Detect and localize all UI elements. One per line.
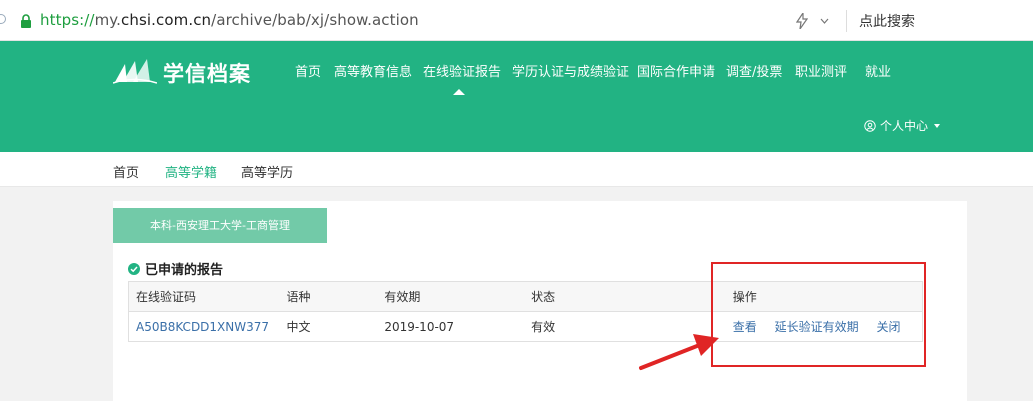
table-row: A50B8KCDD1XNW377 中文 2019-10-07 有效 查看 延长验… (128, 311, 923, 342)
nav-international-cooperation[interactable]: 国际合作申请 (637, 61, 715, 80)
view-link[interactable]: 查看 (733, 320, 757, 334)
user-center-menu[interactable]: 个人中心 (864, 117, 941, 134)
close-link[interactable]: 关闭 (876, 320, 900, 334)
nav-survey-vote[interactable]: 调查/投票 (726, 61, 782, 80)
sub-navigation: 首页 高等学籍 高等学历 (0, 152, 1033, 187)
table-header-row: 在线验证码 语种 有效期 状态 操作 (128, 281, 923, 312)
user-center-label: 个人中心 (880, 119, 929, 133)
section-title-text: 已申请的报告 (145, 263, 224, 278)
site-header: 学信档案 首页 高等教育信息 在线验证报告 学历认证与成绩验证 国际合作申请 调… (0, 41, 1033, 152)
nav-home[interactable]: 首页 (295, 61, 321, 80)
caret-down-icon (934, 123, 941, 128)
column-header-language: 语种 (279, 281, 378, 312)
chevron-down-icon[interactable] (820, 18, 829, 24)
expiry-cell: 2019-10-07 (377, 311, 525, 342)
column-header-status: 状态 (524, 281, 726, 312)
url-path: /archive/bab/xj/show.action (211, 11, 419, 29)
browser-nav-dot (0, 14, 6, 24)
user-icon (864, 119, 876, 132)
url-host-prefix: my. (94, 11, 121, 29)
nav-employment[interactable]: 就业 (865, 61, 891, 80)
lightning-icon[interactable] (796, 13, 808, 29)
url-domain: chsi.com.cn (121, 11, 212, 29)
lock-icon (21, 14, 31, 28)
logo-text[interactable]: 学信档案 (163, 58, 251, 88)
reports-table: 在线验证码 语种 有效期 状态 操作 A50B8KCDD1XNW377 中文 2… (128, 281, 923, 342)
nav-degree-certification[interactable]: 学历认证与成绩验证 (512, 61, 629, 80)
status-cell: 有效 (524, 311, 726, 342)
nav-online-verification-report[interactable]: 在线验证报告 (423, 61, 501, 80)
browser-address-bar[interactable]: https://my.chsi.com.cn/archive/bab/xj/sh… (0, 0, 1033, 41)
check-circle-icon (128, 262, 140, 275)
report-panel: 本科-西安理工大学-工商管理 已申请的报告 在线验证码 语种 有效期 状态 操作 (113, 201, 967, 401)
logo-icon[interactable] (113, 58, 157, 84)
column-header-code: 在线验证码 (128, 281, 280, 312)
school-record-tab[interactable]: 本科-西安理工大学-工商管理 (113, 208, 327, 243)
nav-higher-education-info[interactable]: 高等教育信息 (334, 61, 412, 80)
url-text[interactable]: https://my.chsi.com.cn/archive/bab/xj/sh… (40, 11, 419, 29)
extend-validity-link[interactable]: 延长验证有效期 (775, 320, 859, 334)
column-header-expiry: 有效期 (377, 281, 525, 312)
sub-nav-student-status[interactable]: 高等学籍 (165, 162, 217, 181)
actions-cell: 查看 延长验证有效期 关闭 (725, 311, 923, 342)
active-nav-indicator (453, 89, 465, 95)
column-header-actions: 操作 (725, 281, 923, 312)
url-protocol: https:// (40, 11, 95, 29)
language-cell: 中文 (279, 311, 378, 342)
section-title: 已申请的报告 (128, 259, 223, 278)
sub-nav-home[interactable]: 首页 (113, 162, 139, 181)
sub-nav-academic-degree[interactable]: 高等学历 (241, 162, 293, 181)
nav-career-assessment[interactable]: 职业测评 (795, 61, 847, 80)
address-bar-divider (846, 10, 847, 32)
quick-search-link[interactable]: 点此搜索 (859, 11, 915, 31)
verification-code[interactable]: A50B8KCDD1XNW377 (136, 320, 269, 334)
